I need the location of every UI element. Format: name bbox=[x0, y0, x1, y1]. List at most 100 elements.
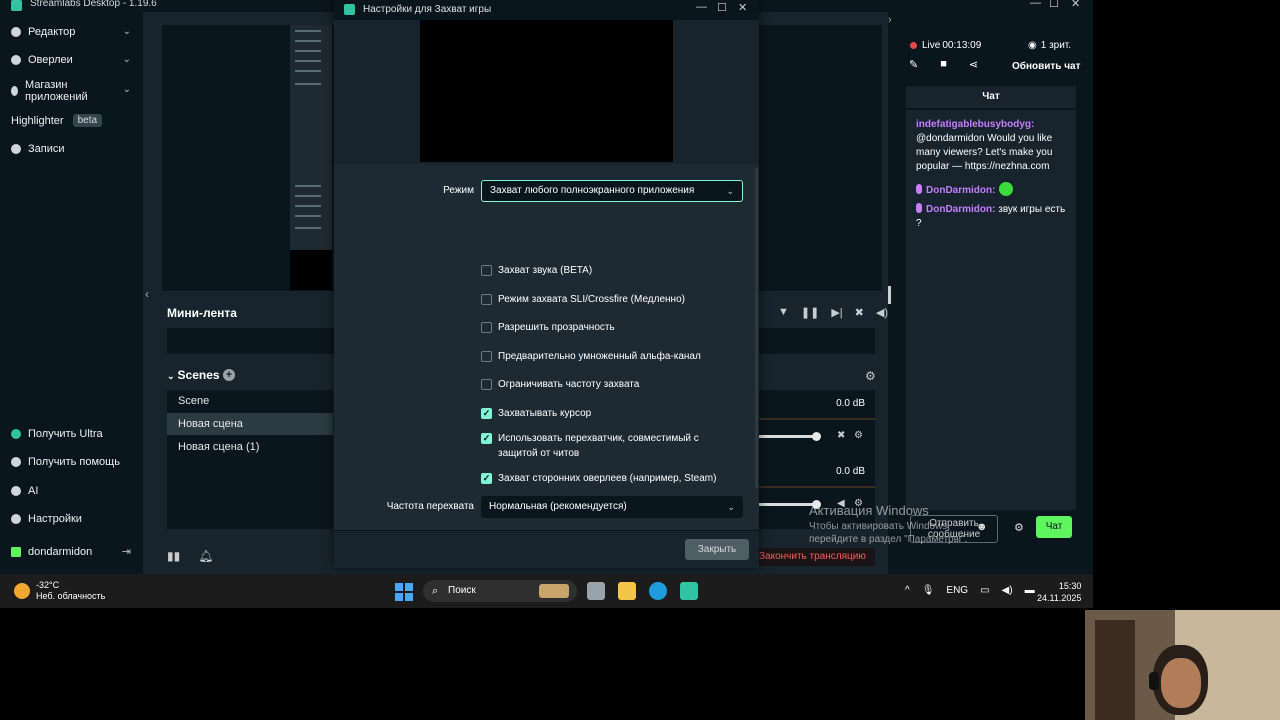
checkbox[interactable] bbox=[481, 294, 492, 305]
checkbox[interactable] bbox=[481, 322, 492, 333]
broadcaster-icon bbox=[916, 184, 922, 194]
sidebar-item-label: AI bbox=[28, 485, 39, 497]
scenes-title[interactable]: ⌄ Scenes bbox=[167, 368, 220, 382]
chat-username[interactable]: DonDarmidon: bbox=[926, 185, 995, 196]
add-scene-icon[interactable]: + bbox=[223, 369, 235, 381]
chat-username[interactable]: indefatigablebusybodyg: bbox=[916, 119, 1034, 130]
chevron-down-icon[interactable]: ⌄ bbox=[123, 84, 131, 95]
minimize-icon[interactable]: — bbox=[1030, 0, 1041, 9]
scene-item-active[interactable]: Новая сцена bbox=[167, 413, 333, 435]
volume-icon[interactable]: ◀) bbox=[876, 306, 888, 319]
sidebar-user[interactable]: dondarmidon bbox=[11, 546, 92, 558]
sidebar-item-recordings[interactable]: Записи bbox=[11, 143, 65, 155]
sidebar-item-ai[interactable]: AI bbox=[11, 485, 38, 497]
file-explorer-icon[interactable] bbox=[618, 582, 636, 600]
resize-handle[interactable] bbox=[888, 286, 891, 304]
taskbar-clock[interactable]: 15:30 24.11.2025 bbox=[1037, 580, 1081, 604]
chat-username[interactable]: DonDarmidon: bbox=[926, 204, 995, 215]
sidebar-item-help[interactable]: Получить помощь bbox=[11, 456, 120, 468]
gear-icon[interactable]: ⚙ bbox=[1014, 521, 1024, 534]
camera-icon[interactable]: ■ bbox=[940, 58, 947, 71]
notification-bell-icon[interactable]: 🔔︎ bbox=[198, 549, 213, 563]
mode-select[interactable]: Захват любого полноэкранного приложения … bbox=[481, 180, 743, 202]
system-tray: ^ 🎙︎ ENG ▭ ◀) ▬ bbox=[905, 585, 1035, 596]
volume-icon[interactable]: ◀) bbox=[1002, 585, 1013, 596]
checkbox-label: Ограничивать частоту захвата bbox=[498, 379, 640, 390]
mute-alerts-icon[interactable]: ✖ bbox=[855, 306, 864, 319]
chevron-down-icon[interactable]: ⌄ bbox=[123, 26, 131, 37]
sidebar-item-overlays[interactable]: Оверлеи bbox=[11, 54, 73, 66]
language-indicator[interactable]: ENG bbox=[946, 585, 968, 596]
clock-time: 15:30 bbox=[1058, 581, 1082, 591]
refresh-chat-button[interactable]: Обновить чат bbox=[1012, 61, 1081, 72]
checkbox-transparency[interactable]: Разрешить прозрачность bbox=[481, 320, 731, 335]
microphone-icon[interactable]: 🎙︎ bbox=[922, 585, 935, 596]
sidebar-item-highlighter[interactable]: Highlighter beta bbox=[11, 114, 103, 127]
windows-start-icon[interactable] bbox=[395, 583, 413, 601]
gear-icon[interactable]: ⚙ bbox=[854, 430, 863, 441]
weather-text: -32°C Неб. облачность bbox=[36, 580, 105, 602]
scene-item[interactable]: Новая сцена (1) bbox=[167, 436, 333, 458]
edit-stream-icon[interactable]: ✎ bbox=[909, 58, 918, 71]
preview-line bbox=[295, 30, 321, 32]
share-icon[interactable]: ⋖ bbox=[969, 58, 978, 71]
battery-icon[interactable]: ▬ bbox=[1025, 585, 1035, 596]
volume-slider-knob[interactable] bbox=[812, 432, 821, 441]
sidebar-item-settings[interactable]: Настройки bbox=[11, 513, 82, 525]
maximize-icon[interactable]: ☐ bbox=[1049, 0, 1059, 10]
send-chat-button[interactable]: Чат bbox=[1036, 516, 1072, 538]
chat-actions: ✎ ■ ⋖ bbox=[909, 58, 978, 71]
start-tile bbox=[405, 593, 413, 601]
chevron-up-icon[interactable]: ^ bbox=[905, 585, 910, 596]
chevron-down-icon[interactable]: ⌄ bbox=[123, 54, 131, 65]
sidebar-item-label: Редактор bbox=[28, 26, 76, 38]
maximize-icon[interactable]: ☐ bbox=[717, 1, 727, 14]
volume-slider[interactable] bbox=[758, 435, 818, 438]
checkbox[interactable] bbox=[481, 265, 492, 276]
checkbox-premultiplied-alpha[interactable]: Предварительно умноженный альфа-канал bbox=[481, 349, 731, 364]
close-icon[interactable]: ✕ bbox=[1071, 0, 1080, 10]
sidebar-item-ultra[interactable]: Получить Ultra bbox=[11, 428, 103, 440]
checkbox[interactable] bbox=[481, 379, 492, 390]
ultra-icon bbox=[11, 429, 21, 439]
checkbox-capture-cursor[interactable]: ✓ Захватывать курсор bbox=[481, 406, 731, 421]
checkbox-third-party-overlays[interactable]: ✓ Захват сторонних оверлеев (например, S… bbox=[481, 471, 731, 486]
task-view-icon[interactable] bbox=[587, 582, 605, 600]
edge-browser-icon[interactable] bbox=[649, 582, 667, 600]
logout-icon[interactable]: ⇥ bbox=[122, 545, 131, 558]
sidebar: Редактор ⌄ Оверлеи ⌄ Магазин приложений … bbox=[0, 12, 143, 574]
checkbox-checked[interactable]: ✓ bbox=[481, 433, 492, 444]
network-icon[interactable]: ▭ bbox=[980, 585, 989, 596]
stats-icon[interactable]: ▮▮ bbox=[167, 549, 180, 563]
sidebar-item-editor[interactable]: Редактор bbox=[11, 26, 75, 38]
skip-icon[interactable]: ▶| bbox=[831, 306, 842, 319]
checkbox-checked[interactable]: ✓ bbox=[481, 408, 492, 419]
dialog-scrollbar[interactable] bbox=[755, 168, 758, 488]
webcam-person-face bbox=[1161, 658, 1201, 708]
chevron-right-icon[interactable]: › bbox=[888, 14, 892, 26]
checkbox-checked[interactable]: ✓ bbox=[481, 473, 492, 484]
streamlabs-taskbar-icon[interactable] bbox=[680, 582, 698, 600]
checkbox-sli-mode[interactable]: Режим захвата SLI/Crossfire (Медленно) bbox=[481, 292, 731, 307]
chevron-left-icon[interactable]: ‹ bbox=[145, 287, 149, 301]
pause-icon[interactable]: ❚❚ bbox=[801, 306, 819, 319]
taskbar-search[interactable]: ⌕ Поиск bbox=[423, 580, 577, 602]
checkbox-audio-capture[interactable]: Захват звука (BETA) bbox=[481, 263, 731, 278]
live-time: 00:13:09 bbox=[942, 40, 982, 51]
mode-label: Режим bbox=[443, 185, 474, 196]
scene-item[interactable]: Scene bbox=[167, 390, 333, 412]
mixer-gear-icon[interactable]: ⚙ bbox=[865, 369, 876, 383]
hook-rate-select[interactable]: Нормальная (рекомендуется) ⌄ bbox=[481, 496, 743, 518]
filter-icon[interactable]: ▼ bbox=[778, 306, 789, 319]
weather-widget[interactable]: -32°C Неб. облачность bbox=[14, 580, 105, 602]
sidebar-item-app-store[interactable]: Магазин приложений bbox=[11, 79, 101, 103]
end-stream-button[interactable]: Закончить трансляцию bbox=[756, 548, 875, 566]
checkbox-limit-framerate[interactable]: Ограничивать частоту захвата bbox=[481, 377, 731, 392]
checkbox[interactable] bbox=[481, 351, 492, 362]
mute-icon[interactable]: ✖ bbox=[837, 430, 845, 441]
webcam-headphone bbox=[1149, 672, 1159, 690]
close-icon[interactable]: ✕ bbox=[738, 1, 747, 14]
close-button[interactable]: Закрыть bbox=[685, 539, 749, 560]
checkbox-anticheat-hook[interactable]: ✓ Использовать перехватчик, совместимый … bbox=[481, 431, 731, 461]
minimize-icon[interactable]: — bbox=[696, 1, 707, 13]
